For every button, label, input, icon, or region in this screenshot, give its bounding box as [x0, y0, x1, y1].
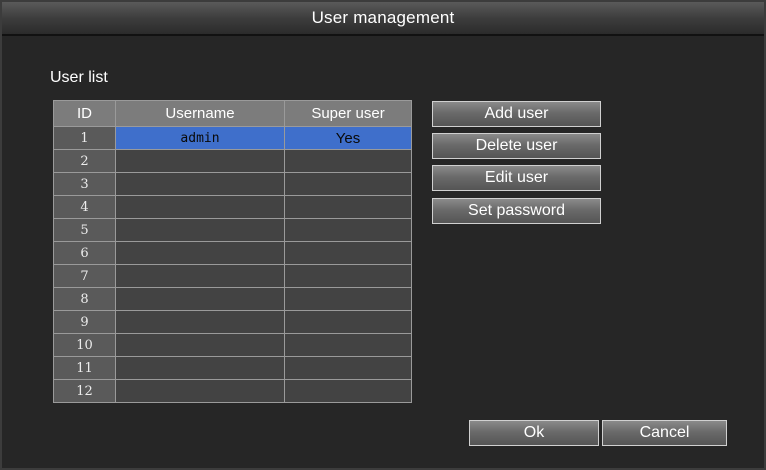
super-user-cell[interactable] [284, 379, 412, 403]
row-id-cell: 11 [53, 356, 116, 380]
super-user-cell[interactable] [284, 195, 412, 219]
super-user-cell[interactable] [284, 287, 412, 311]
super-user-cell[interactable] [284, 264, 412, 288]
super-user-cell[interactable] [284, 333, 412, 357]
table-row[interactable]: 4 [53, 195, 412, 219]
super-user-cell[interactable] [284, 356, 412, 380]
cancel-button[interactable]: Cancel [602, 420, 727, 446]
table-row[interactable]: 3 [53, 172, 412, 196]
user-list-table: ID Username Super user 1 admin Yes 2 3 4… [53, 100, 412, 403]
table-row[interactable]: 12 [53, 379, 412, 403]
edit-user-button[interactable]: Edit user [432, 165, 601, 191]
row-id-cell: 3 [53, 172, 116, 196]
super-user-cell[interactable] [284, 172, 412, 196]
add-user-button[interactable]: Add user [432, 101, 601, 127]
row-id-cell: 12 [53, 379, 116, 403]
table-row[interactable]: 8 [53, 287, 412, 311]
row-id-cell: 2 [53, 149, 116, 173]
user-management-window: User management User list ID Username Su… [0, 0, 766, 470]
delete-user-button[interactable]: Delete user [432, 133, 601, 159]
user-list-label: User list [50, 69, 108, 86]
username-cell[interactable] [115, 356, 285, 380]
title-bar: User management [2, 2, 764, 36]
super-user-cell[interactable] [284, 218, 412, 242]
row-id-cell: 10 [53, 333, 116, 357]
username-cell[interactable] [115, 264, 285, 288]
row-id-cell: 9 [53, 310, 116, 334]
username-cell[interactable] [115, 241, 285, 265]
column-header-id: ID [53, 100, 116, 127]
row-id-cell: 8 [53, 287, 116, 311]
table-row[interactable]: 9 [53, 310, 412, 334]
table-header-row: ID Username Super user [53, 100, 412, 127]
username-cell[interactable] [115, 218, 285, 242]
row-id-cell: 4 [53, 195, 116, 219]
window-title: User management [311, 8, 455, 27]
username-cell[interactable] [115, 379, 285, 403]
table-row[interactable]: 11 [53, 356, 412, 380]
super-user-cell[interactable]: Yes [284, 126, 412, 150]
row-id-cell: 1 [53, 126, 116, 150]
username-cell[interactable] [115, 149, 285, 173]
table-row[interactable]: 6 [53, 241, 412, 265]
table-row[interactable]: 5 [53, 218, 412, 242]
row-id-cell: 6 [53, 241, 116, 265]
table-row[interactable]: 7 [53, 264, 412, 288]
set-password-button[interactable]: Set password [432, 198, 601, 224]
column-header-username: Username [115, 100, 285, 127]
super-user-cell[interactable] [284, 310, 412, 334]
username-cell[interactable]: admin [115, 126, 285, 150]
table-row[interactable]: 1 admin Yes [53, 126, 412, 150]
row-id-cell: 7 [53, 264, 116, 288]
username-cell[interactable] [115, 310, 285, 334]
username-cell[interactable] [115, 195, 285, 219]
username-cell[interactable] [115, 333, 285, 357]
table-row[interactable]: 2 [53, 149, 412, 173]
column-header-super-user: Super user [284, 100, 412, 127]
table-row[interactable]: 10 [53, 333, 412, 357]
username-cell[interactable] [115, 172, 285, 196]
super-user-cell[interactable] [284, 149, 412, 173]
super-user-cell[interactable] [284, 241, 412, 265]
username-cell[interactable] [115, 287, 285, 311]
row-id-cell: 5 [53, 218, 116, 242]
ok-button[interactable]: Ok [469, 420, 599, 446]
